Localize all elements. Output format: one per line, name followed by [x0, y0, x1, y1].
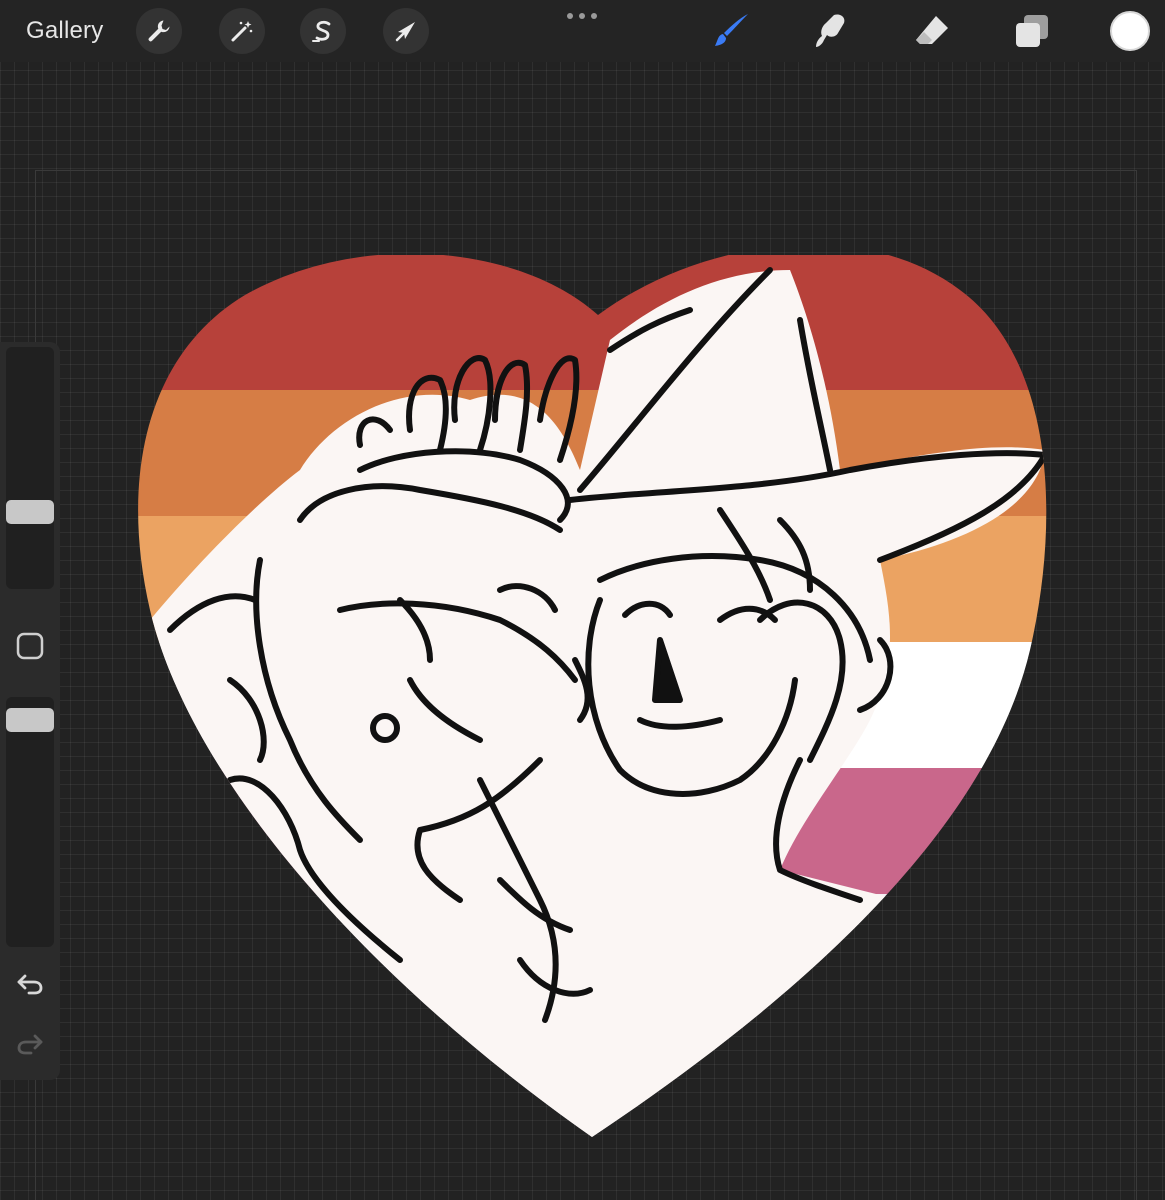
brush-size-thumb[interactable] [6, 500, 54, 524]
layers-icon [1016, 15, 1048, 47]
gallery-button[interactable]: Gallery [26, 17, 103, 45]
brush-size-slider[interactable] [6, 347, 54, 589]
square-icon [16, 632, 44, 660]
eraser-icon [916, 16, 948, 44]
top-toolbar: Gallery [0, 0, 1165, 62]
canvas-artwork[interactable] [120, 255, 1070, 1145]
adjustments-button[interactable] [219, 8, 265, 54]
actions-button[interactable] [136, 8, 182, 54]
eraser-button[interactable] [912, 11, 952, 51]
undo-button[interactable] [10, 963, 50, 1003]
more-dots-icon[interactable] [560, 4, 604, 26]
smudge-icon [816, 14, 845, 48]
left-sidebar [0, 342, 60, 1080]
transform-button[interactable] [383, 8, 429, 54]
layers-button[interactable] [1012, 11, 1052, 51]
undo-icon [17, 974, 43, 995]
cursor-arrow-icon [395, 22, 415, 42]
flag-stripe-red [138, 255, 1047, 390]
heart-flag [138, 255, 1047, 1137]
magic-wand-icon [231, 21, 253, 42]
modify-button[interactable] [10, 626, 50, 666]
wrench-icon [148, 20, 170, 42]
selection-button[interactable] [300, 8, 346, 54]
redo-button[interactable] [10, 1023, 50, 1063]
redo-icon [17, 1034, 43, 1055]
procreate-app: Gallery [0, 0, 1165, 1200]
brush-button[interactable] [712, 11, 752, 51]
opacity-thumb[interactable] [6, 708, 54, 732]
smudge-button[interactable] [812, 11, 852, 51]
brush-icon [715, 14, 748, 46]
selection-s-icon [312, 20, 331, 42]
color-swatch-button[interactable] [1110, 11, 1150, 51]
opacity-slider[interactable] [6, 697, 54, 947]
